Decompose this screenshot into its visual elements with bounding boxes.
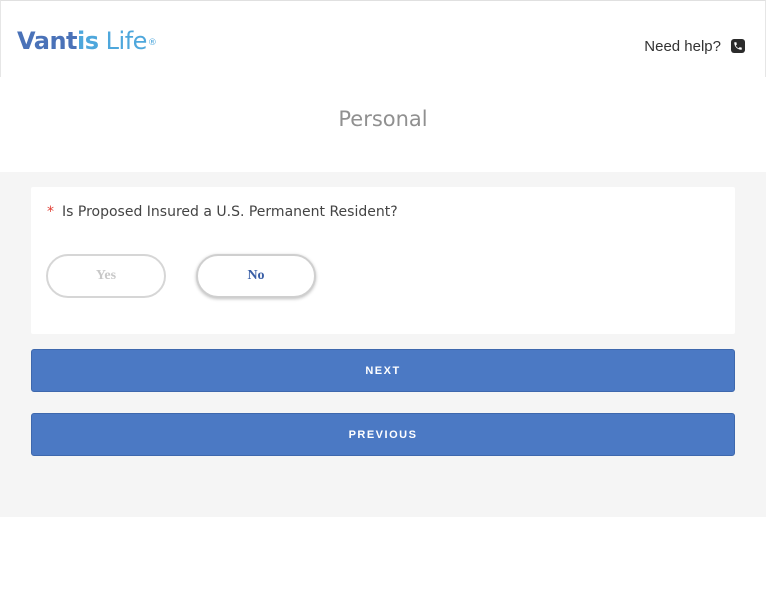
no-option-button[interactable]: No [196, 254, 316, 298]
header: Vantis Life® Need help? [0, 0, 766, 77]
yes-option-button[interactable]: Yes [46, 254, 166, 298]
next-button[interactable]: NEXT [31, 349, 735, 392]
logo-registered-mark: ® [147, 38, 157, 48]
question-text: Is Proposed Insured a U.S. Permanent Res… [62, 204, 398, 220]
required-marker: * [47, 204, 54, 220]
logo-text-vantis: Vant [17, 27, 78, 55]
logo-text-is: is [77, 27, 99, 55]
need-help-link[interactable]: Need help? [644, 36, 745, 56]
title-band: Personal [0, 77, 766, 172]
question-label: * Is Proposed Insured a U.S. Permanent Re… [47, 204, 398, 220]
logo-text-life: Life [98, 27, 148, 55]
form-area: * Is Proposed Insured a U.S. Permanent Re… [0, 172, 766, 517]
question-card: * Is Proposed Insured a U.S. Permanent Re… [31, 187, 735, 334]
previous-button[interactable]: PREVIOUS [31, 413, 735, 456]
page-title: Personal [338, 107, 428, 131]
phone-icon[interactable] [731, 39, 745, 53]
need-help-label: Need help? [644, 37, 721, 55]
vantis-life-logo[interactable]: Vantis Life® [17, 26, 157, 56]
